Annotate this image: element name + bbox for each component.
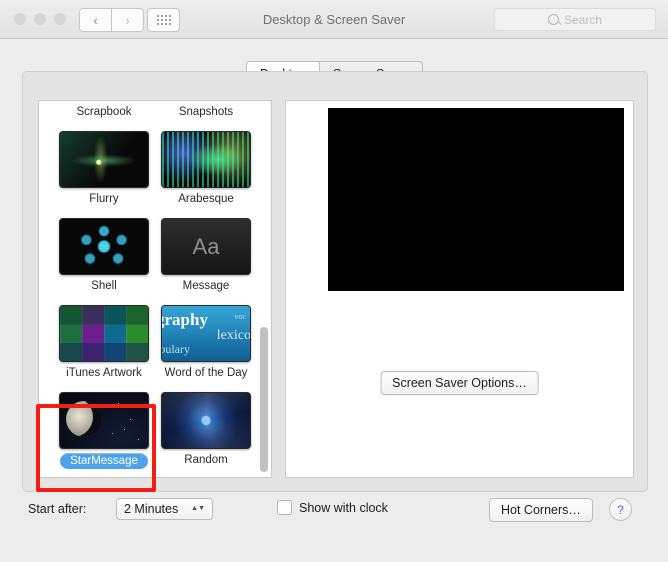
hot-corners-button[interactable]: Hot Corners… bbox=[489, 498, 593, 522]
help-button[interactable]: ? bbox=[609, 498, 632, 521]
flurry-thumbnail bbox=[59, 131, 149, 188]
list-item-label: Snapshots bbox=[178, 106, 234, 118]
list-item-label: Shell bbox=[91, 280, 117, 292]
list-item[interactable]: Shell bbox=[53, 218, 155, 293]
screen-saver-grid: Scrapbook Snapshots Flurry Arabesque She… bbox=[39, 100, 271, 477]
screen-saver-options-button[interactable]: Screen Saver Options… bbox=[380, 371, 539, 395]
wotd-word-3: abulary bbox=[162, 342, 190, 356]
list-item-label: Random bbox=[184, 454, 228, 466]
list-item[interactable]: Scrapbook bbox=[53, 100, 155, 119]
list-item[interactable]: iTunes Artwork bbox=[53, 305, 155, 380]
monitor-icon bbox=[93, 100, 115, 101]
system-preferences-window: ‹ › Desktop & Screen Saver Search Deskto… bbox=[0, 0, 668, 562]
starmessage-thumbnail bbox=[59, 392, 149, 449]
list-scrollbar[interactable] bbox=[260, 103, 268, 475]
moon-icon bbox=[66, 401, 102, 437]
itunes-artwork-thumbnail bbox=[59, 305, 149, 362]
start-after-label: Start after: bbox=[28, 502, 87, 516]
show-with-clock-checkbox[interactable] bbox=[277, 500, 292, 515]
list-item-label: Scrapbook bbox=[76, 106, 132, 118]
search-icon bbox=[547, 14, 559, 25]
preview-pane: Screen Saver Options… bbox=[285, 100, 634, 478]
list-item[interactable]: Random bbox=[155, 392, 257, 469]
list-item-label-selected: StarMessage bbox=[60, 453, 148, 469]
word-of-the-day-thumbnail: graphy lexicog abulary voc bbox=[161, 305, 251, 362]
list-item-label: Word of the Day bbox=[164, 367, 248, 379]
message-thumbnail: Aa bbox=[161, 218, 251, 275]
arabesque-thumbnail bbox=[161, 131, 251, 188]
wotd-word-4: voc bbox=[234, 312, 246, 321]
start-after-popup[interactable]: 2 Minutes ▲▼ bbox=[116, 498, 213, 520]
list-item-label: Arabesque bbox=[178, 193, 234, 205]
message-thumbnail-text: Aa bbox=[192, 233, 220, 259]
list-item-starmessage[interactable]: StarMessage bbox=[53, 392, 155, 469]
search-placeholder: Search bbox=[563, 12, 603, 27]
list-item[interactable]: Flurry bbox=[53, 131, 155, 206]
start-after-value: 2 Minutes bbox=[124, 502, 179, 516]
list-item[interactable]: Snapshots bbox=[155, 100, 257, 119]
screen-saver-preview[interactable] bbox=[328, 108, 624, 291]
title-bar: ‹ › Desktop & Screen Saver Search bbox=[0, 0, 668, 39]
wotd-word-2: lexicog bbox=[216, 328, 251, 343]
wotd-word-1: graphy bbox=[161, 310, 208, 329]
random-thumbnail bbox=[161, 392, 251, 449]
list-item[interactable]: Aa Message bbox=[155, 218, 257, 293]
preferences-content: Scrapbook Snapshots Flurry Arabesque She… bbox=[22, 71, 648, 492]
show-with-clock-row[interactable]: Show with clock bbox=[277, 500, 388, 515]
list-item-label: iTunes Artwork bbox=[66, 367, 142, 379]
monitor-icon bbox=[195, 100, 217, 101]
scrollbar-thumb[interactable] bbox=[260, 327, 268, 472]
list-item-label: Flurry bbox=[89, 193, 119, 205]
search-input[interactable]: Search bbox=[494, 8, 656, 31]
list-item[interactable]: graphy lexicog abulary voc Word of the D… bbox=[155, 305, 257, 380]
screen-saver-list[interactable]: Scrapbook Snapshots Flurry Arabesque She… bbox=[38, 100, 272, 478]
show-with-clock-label: Show with clock bbox=[299, 500, 388, 515]
list-item-label: Message bbox=[182, 280, 230, 292]
shell-thumbnail bbox=[59, 218, 149, 275]
chevron-updown-icon: ▲▼ bbox=[191, 505, 205, 512]
list-item[interactable]: Arabesque bbox=[155, 131, 257, 206]
